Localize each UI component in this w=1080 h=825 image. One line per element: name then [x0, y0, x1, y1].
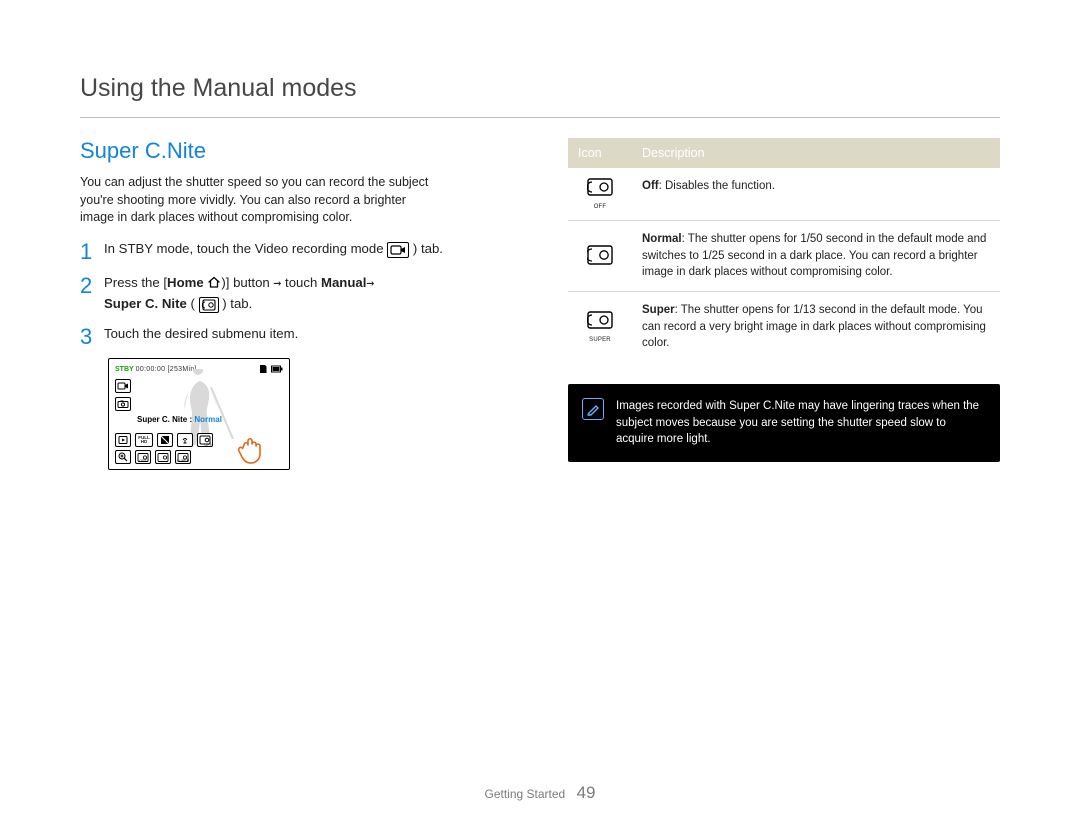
preview-row2: FULL HD +- OFF — [115, 433, 213, 447]
manual-page: Using the Manual modes Super C.Nite You … — [0, 0, 1080, 825]
table-row: OFF Off: Disables the function. — [568, 168, 1000, 221]
table-row: Normal: The shutter opens for 1/50 secon… — [568, 221, 1000, 292]
fullhd-icon: FULL HD — [135, 433, 153, 447]
sd-icon — [258, 364, 268, 374]
step-number: 2 — [80, 273, 94, 297]
arrow-icon: → — [366, 274, 374, 294]
preview-label-value: Normal — [194, 415, 222, 424]
super-sublabel: SUPER — [578, 337, 622, 343]
page-footer: Getting Started 49 — [0, 783, 1080, 803]
stby-label: STBY — [115, 366, 134, 373]
opt-body: : The shutter opens for 1/13 second in t… — [642, 304, 986, 349]
note-icon — [582, 398, 604, 420]
step-body: Press the [Home )] button → touch Manual… — [104, 273, 520, 315]
opt-body: : The shutter opens for 1/50 second in t… — [642, 233, 986, 278]
fullhd-label: FULL HD — [138, 436, 150, 445]
battery-icon — [271, 365, 283, 373]
step2-a: Press the [ — [104, 275, 167, 290]
step2-c: touch — [281, 275, 321, 290]
step-number: 3 — [80, 324, 94, 348]
page-title: Using the Manual modes — [80, 74, 1000, 103]
section-subheading: Super C.Nite — [80, 138, 520, 164]
option-normal-icon — [568, 221, 632, 292]
video-mode-icon — [115, 379, 131, 393]
photo-mode-icon — [115, 397, 131, 411]
th-description: Description — [632, 138, 1000, 168]
preview-top-right — [258, 364, 283, 374]
step-number: 1 — [80, 239, 94, 263]
cnite-off-option: OFF — [135, 450, 151, 464]
step-2: 2 Press the [Home )] button → touch Manu… — [80, 273, 520, 315]
preview-left-icons — [115, 379, 131, 411]
option-off-icon: OFF — [568, 168, 632, 221]
preview-label: Super C. Nite : Normal — [137, 415, 222, 424]
step1-text-c: ) tab. — [413, 241, 443, 256]
zoom-icon — [115, 450, 131, 464]
step2-manual: Manual — [321, 275, 366, 290]
focus-icon: OFF — [177, 433, 193, 447]
pointing-hand-icon — [235, 433, 269, 467]
step-3: 3 Touch the desired submenu item. — [80, 324, 520, 348]
exposure-icon: +- — [157, 433, 173, 447]
opt-title: Off — [642, 180, 659, 192]
off-sublabel: OFF — [136, 460, 150, 464]
step2-f: ) tab. — [222, 296, 252, 311]
intro-paragraph: You can adjust the shutter speed so you … — [80, 174, 520, 227]
svg-text:-: - — [166, 440, 167, 444]
option-super-desc: Super: The shutter opens for 1/13 second… — [632, 292, 1000, 363]
note-box: Images recorded with Super C.Nite may ha… — [568, 384, 1000, 462]
opt-title: Super — [642, 304, 675, 316]
home-icon — [207, 276, 221, 289]
step1-text-a: In STBY mode, touch the Video recording … — [104, 241, 384, 256]
opt-title: Normal — [642, 233, 682, 245]
options-table: Icon Description OFF Off: Disables the f… — [568, 138, 1000, 362]
th-icon: Icon — [568, 138, 632, 168]
step2-b: )] button — [221, 275, 273, 290]
left-column: Super C.Nite You can adjust the shutter … — [80, 138, 520, 470]
option-normal-desc: Normal: The shutter opens for 1/50 secon… — [632, 221, 1000, 292]
step2-e: ( — [187, 296, 195, 311]
table-header-row: Icon Description — [568, 138, 1000, 168]
cnite-super-option: SUPER — [175, 450, 191, 464]
play-icon — [115, 433, 131, 447]
option-off-desc: Off: Disables the function. — [632, 168, 1000, 221]
video-mode-icon — [387, 242, 409, 258]
cnite-normal-option — [155, 450, 171, 464]
step-body: In STBY mode, touch the Video recording … — [104, 239, 520, 259]
step2-super: Super C. Nite — [104, 296, 187, 311]
table-row: SUPER Super: The shutter opens for 1/13 … — [568, 292, 1000, 363]
preview-label-text: Super C. Nite : — [137, 415, 192, 424]
opt-body: : Disables the function. — [659, 180, 775, 192]
footer-section: Getting Started — [485, 787, 566, 801]
option-super-icon: SUPER — [568, 292, 632, 363]
super-sublabel: SUPER — [176, 460, 190, 464]
step-1: 1 In STBY mode, touch the Video recordin… — [80, 239, 520, 263]
right-column: Icon Description OFF Off: Disables the f… — [568, 138, 1000, 470]
off-sublabel: OFF — [578, 204, 622, 210]
cnite-icon — [199, 297, 219, 313]
footer-page-number: 49 — [577, 783, 596, 802]
camera-screen-preview: STBY 00:00:00 [253Min] Super C. Nite : — [108, 358, 290, 470]
title-divider — [80, 117, 1000, 118]
step-body: Touch the desired submenu item. — [104, 324, 520, 344]
two-column-layout: Super C.Nite You can adjust the shutter … — [80, 138, 1000, 470]
note-text: Images recorded with Super C.Nite may ha… — [616, 398, 986, 448]
off-sublabel2: OFF — [204, 444, 212, 448]
step2-home: Home — [167, 275, 204, 290]
